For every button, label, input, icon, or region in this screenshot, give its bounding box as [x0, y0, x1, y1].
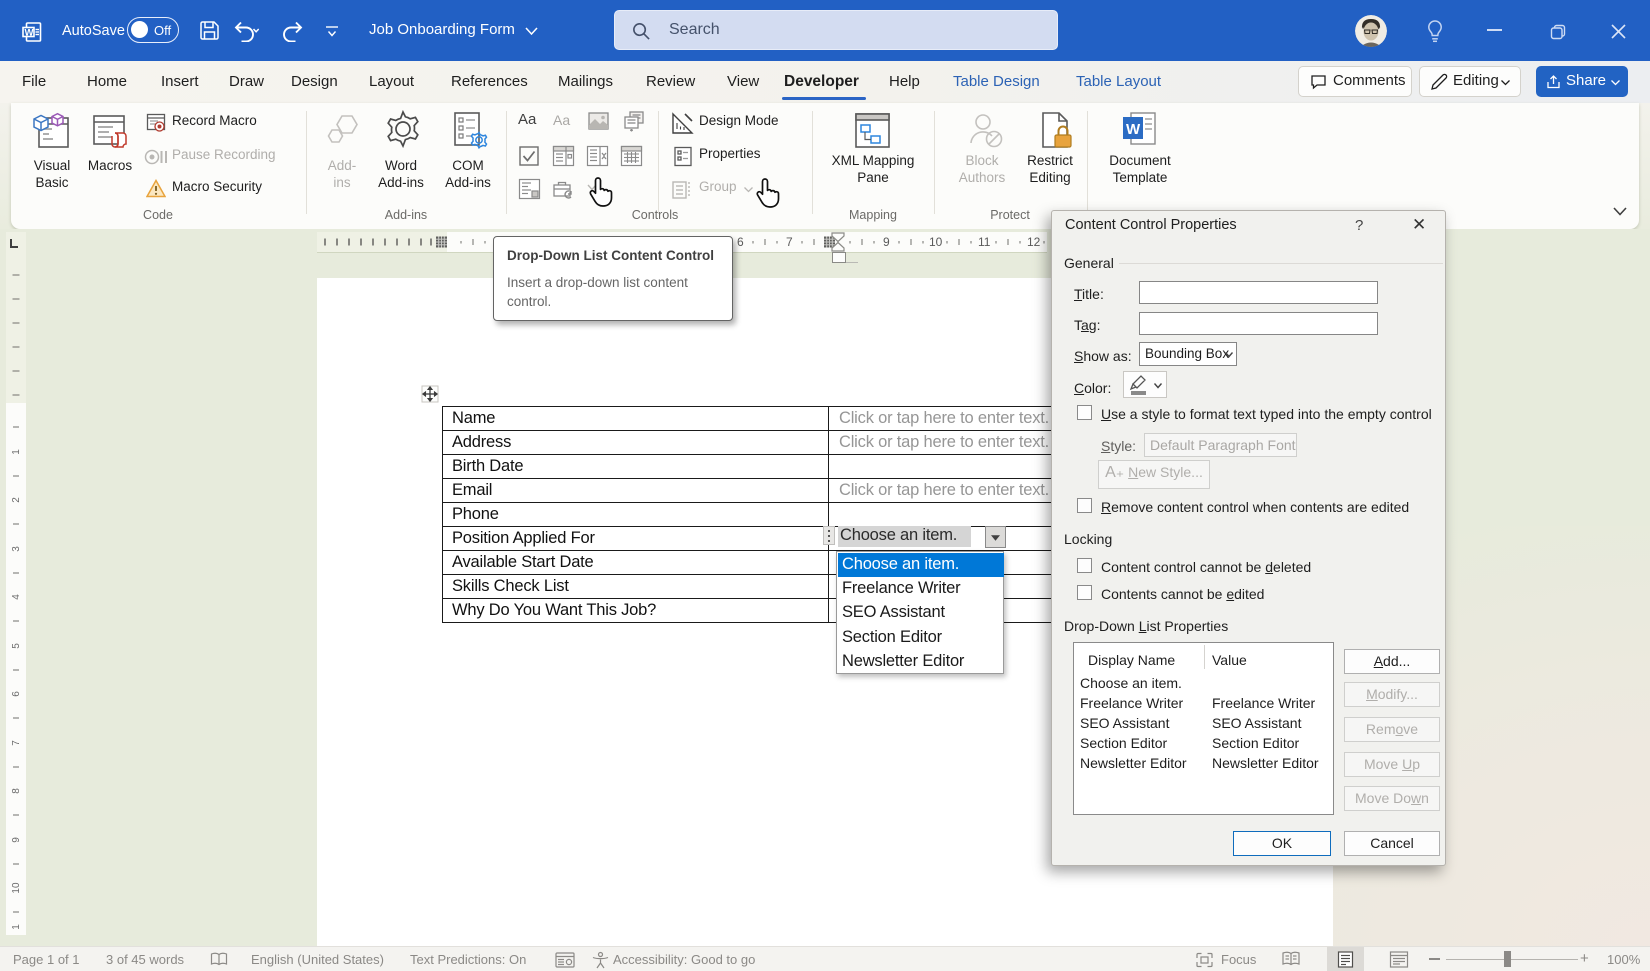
- svg-text:5: 5: [11, 643, 22, 649]
- svg-text:1: 1: [11, 924, 22, 930]
- svg-text:9: 9: [11, 837, 22, 843]
- svg-text:1: 1: [11, 449, 22, 455]
- svg-text:7: 7: [11, 740, 22, 746]
- svg-text:W: W: [1126, 121, 1141, 138]
- svg-text:3: 3: [11, 546, 22, 552]
- svg-text:10: 10: [11, 882, 22, 894]
- svg-text:4: 4: [11, 594, 22, 600]
- svg-text:8: 8: [11, 788, 22, 794]
- svg-text:2: 2: [11, 497, 22, 503]
- svg-text:W: W: [25, 27, 34, 38]
- svg-text:6: 6: [11, 691, 22, 697]
